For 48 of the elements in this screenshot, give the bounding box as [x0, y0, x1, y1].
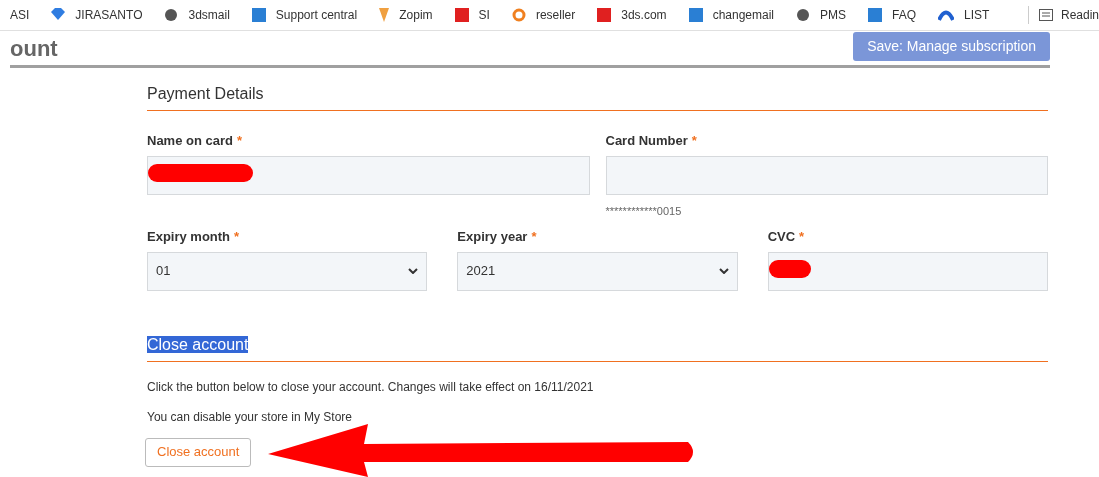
chevron-down-icon: [408, 268, 419, 274]
section-heading: Close account: [147, 335, 249, 353]
required-mark: *: [237, 132, 243, 150]
input-field[interactable]: [605, 155, 1048, 195]
info-text: Click the button below to close your account. Changes will take effect on 16/11/2021: [147, 378, 595, 396]
bookmark[interactable]: reseller: [511, 6, 576, 24]
square-icon: [454, 8, 469, 22]
bookmark[interactable]: Support central: [251, 6, 358, 24]
dropdown[interactable]: 2021: [457, 251, 738, 291]
field-label: Expiry month: [147, 228, 231, 246]
globe-icon: [164, 8, 179, 22]
ring-icon: [511, 8, 526, 22]
input-field[interactable]: [147, 155, 590, 195]
bookmark[interactable]: FAQ: [868, 6, 917, 24]
chevron-down-icon: [718, 268, 729, 274]
page-title: ount: [10, 34, 58, 63]
bookmark[interactable]: SI: [454, 6, 490, 24]
bookmark[interactable]: changemail: [688, 6, 774, 24]
field-label: Card Number: [605, 132, 688, 150]
bookmark[interactable]: 3ds.com: [597, 6, 667, 24]
required-mark: *: [234, 228, 240, 246]
globe-icon: [796, 8, 810, 22]
required-mark: *: [799, 228, 805, 246]
bookmark[interactable]: 3dsmail: [164, 6, 230, 24]
bookmark[interactable]: JIRASANTO: [51, 6, 143, 24]
field-label: Expiry year: [457, 228, 528, 246]
required-mark: *: [531, 228, 537, 246]
arc-icon: [938, 9, 955, 21]
reading-list-link[interactable]: Readin: [1060, 6, 1099, 24]
bookmark[interactable]: ASI: [10, 6, 30, 24]
card-number-hint: ************0015: [605, 203, 683, 219]
dropdown[interactable]: 01: [147, 251, 428, 291]
info-text: You can disable your store in My Store: [147, 408, 353, 426]
input-field[interactable]: [767, 251, 1048, 291]
list-icon: [1038, 9, 1053, 21]
diamond-icon: [51, 8, 66, 22]
bookmark[interactable]: LIST: [938, 6, 990, 24]
field-label: CVC: [767, 228, 796, 246]
section-heading: Payment Details: [147, 82, 1048, 111]
field-label: Name on card: [147, 132, 233, 150]
bookmark[interactable]: Zopim: [379, 6, 433, 24]
square-icon: [597, 8, 612, 22]
square-icon: [251, 8, 266, 22]
bookmark[interactable]: PMS: [796, 6, 846, 24]
required-mark: *: [691, 132, 697, 150]
square-icon: [868, 8, 882, 22]
drop-icon: [379, 8, 390, 22]
square-icon: [688, 8, 703, 22]
